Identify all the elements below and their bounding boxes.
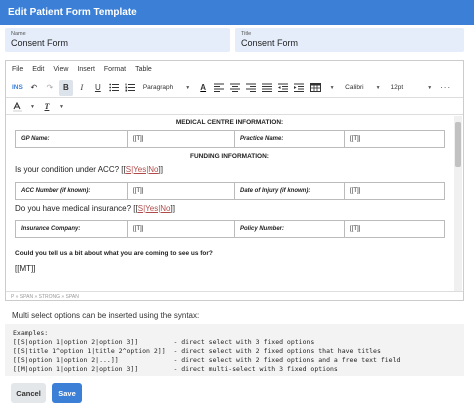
indent-icon[interactable] xyxy=(292,80,306,96)
chevron-down-icon: ▼ xyxy=(375,84,381,91)
redo-icon[interactable]: ↷ xyxy=(43,80,57,96)
table-cell: [[T]] xyxy=(127,130,235,148)
examples-line: [[S|option 1|option 2|option 3]] - direc… xyxy=(13,338,315,346)
select-options: S|Yes|No xyxy=(125,165,159,174)
table-row: GP Name: [[T]] Practice Name: [[T]] xyxy=(15,130,445,148)
align-justify-icon[interactable] xyxy=(260,80,274,96)
acc-table: ACC Number (if known): [[T]] Date of Inj… xyxy=(15,182,445,200)
menu-view[interactable]: View xyxy=(53,66,68,77)
dialog-footer: Cancel Save xyxy=(0,376,474,415)
chevron-down-icon[interactable]: ▼ xyxy=(57,99,66,115)
table-cell: [[T]] xyxy=(344,182,445,200)
menu-table[interactable]: Table xyxy=(135,66,152,77)
cancel-button[interactable]: Cancel xyxy=(11,383,46,403)
font-family-dropdown[interactable]: Calibri ▼ xyxy=(341,80,384,96)
align-center-icon[interactable] xyxy=(228,80,242,96)
save-button[interactable]: Save xyxy=(52,383,82,403)
italic-button[interactable]: I xyxy=(75,80,89,96)
align-right-icon[interactable] xyxy=(244,80,258,96)
table-row: ACC Number (if known): [[T]] Date of Inj… xyxy=(15,182,445,200)
table-row: Insurance Company: [[T]] Policy Number: … xyxy=(15,220,445,238)
examples-line: [[S|title 1^option 1|title 2^option 2]] … xyxy=(13,347,381,355)
chevron-down-icon[interactable]: ▼ xyxy=(28,99,37,115)
text-color-icon[interactable]: A xyxy=(196,80,210,96)
font-size-value: 12pt xyxy=(390,84,404,91)
block-format-dropdown[interactable]: Paragraph ▼ xyxy=(139,80,194,96)
more-icon[interactable]: ··· xyxy=(438,80,453,96)
numbered-list-icon[interactable] xyxy=(123,80,137,96)
name-field-label: Name xyxy=(11,31,26,37)
dialog-title: Edit Patient Form Template xyxy=(0,0,474,25)
table-cell: Practice Name: xyxy=(234,130,345,148)
editor-menubar: File Edit View Insert Format Table xyxy=(6,61,463,77)
heading-medical-centre: MEDICAL CENTRE INFORMATION: xyxy=(175,119,284,126)
title-field[interactable]: Title Consent Form xyxy=(235,28,464,52)
block-format-value: Paragraph xyxy=(142,84,174,91)
table-cell: [[T]] xyxy=(127,182,235,200)
table-cell: [[T]] xyxy=(344,130,445,148)
name-field[interactable]: Name Consent Form xyxy=(5,28,230,52)
question-end: ]] xyxy=(170,204,175,213)
table-cell: Policy Number: xyxy=(234,220,345,238)
undo-icon[interactable]: ↶ xyxy=(27,80,41,96)
table-icon[interactable] xyxy=(308,80,323,96)
align-left-icon[interactable] xyxy=(212,80,226,96)
question-acc: Is your condition under ACC? [[S|Yes|No]… xyxy=(12,164,447,179)
question-text: Is your condition under ACC? [[ xyxy=(15,165,126,174)
table-cell: GP Name: xyxy=(15,130,128,148)
chevron-down-icon: ▼ xyxy=(427,84,433,91)
name-field-value[interactable]: Consent Form xyxy=(11,38,224,49)
title-field-value[interactable]: Consent Form xyxy=(241,38,458,49)
editor-scrollbar[interactable] xyxy=(454,116,462,292)
table-cell: [[T]] xyxy=(127,220,235,238)
editor-toolbar: INS ↶ ↷ B I U Paragraph ▼ A ▼ Calibri ▼ … xyxy=(6,78,463,98)
multiline-text-placeholder: [[MT]] xyxy=(15,264,36,273)
rich-text-editor: File Edit View Insert Format Table INS ↶… xyxy=(5,60,464,301)
chevron-down-icon[interactable]: ▼ xyxy=(325,80,339,96)
question-insurance: Do you have medical insurance? [[S|Yes|N… xyxy=(12,200,447,218)
scrollbar-thumb[interactable] xyxy=(455,122,461,167)
menu-insert[interactable]: Insert xyxy=(77,66,95,77)
medical-centre-table: GP Name: [[T]] Practice Name: [[T]] xyxy=(15,130,445,148)
outdent-icon[interactable] xyxy=(276,80,290,96)
editor-content[interactable]: MEDICAL CENTRE INFORMATION: GP Name: [[T… xyxy=(6,116,453,292)
menu-edit[interactable]: Edit xyxy=(32,66,44,77)
clear-formatting-icon[interactable]: T xyxy=(40,99,54,115)
examples-block: Examples: [[S|option 1|option 2|option 3]… xyxy=(5,324,464,376)
bullet-list-icon[interactable] xyxy=(107,80,121,96)
examples-line: [[S|option 1|option 2|...]] - direct sel… xyxy=(13,356,401,364)
font-size-dropdown[interactable]: 12pt ▼ xyxy=(387,80,437,96)
help-text: Multi select options can be inserted usi… xyxy=(12,311,200,320)
menu-format[interactable]: Format xyxy=(104,66,126,77)
editor-statusbar: P » SPAN » STRONG » SPAN xyxy=(6,291,463,300)
highlight-color-icon[interactable] xyxy=(10,99,25,115)
table-cell: Date of Injury (if known): xyxy=(234,182,345,200)
question-end: ]] xyxy=(158,165,163,174)
question-visit-reason: Could you tell us a bit about what you a… xyxy=(15,250,213,257)
examples-line: [[M|option 1|option 2|option 3]] - direc… xyxy=(13,365,338,373)
editor-toolbar-secondary: ▼ T ▼ xyxy=(6,99,463,115)
bold-button[interactable]: B xyxy=(58,79,73,96)
question-text: Do you have medical insurance? [[ xyxy=(15,204,138,213)
insurance-table: Insurance Company: [[T]] Policy Number: … xyxy=(15,220,445,238)
table-cell: [[T]] xyxy=(344,220,445,238)
chevron-down-icon: ▼ xyxy=(185,84,191,91)
title-field-label: Title xyxy=(241,31,252,37)
heading-funding: FUNDING INFORMATION: xyxy=(190,153,269,160)
menu-file[interactable]: File xyxy=(12,66,23,77)
table-cell: Insurance Company: xyxy=(15,220,128,238)
font-family-value: Calibri xyxy=(345,84,364,91)
insert-mode-button[interactable]: INS xyxy=(10,80,25,96)
table-cell: ACC Number (if known): xyxy=(15,182,128,200)
select-options: S|Yes|No xyxy=(137,204,171,213)
examples-line: Examples: xyxy=(13,329,49,337)
underline-button[interactable]: U xyxy=(91,80,105,96)
